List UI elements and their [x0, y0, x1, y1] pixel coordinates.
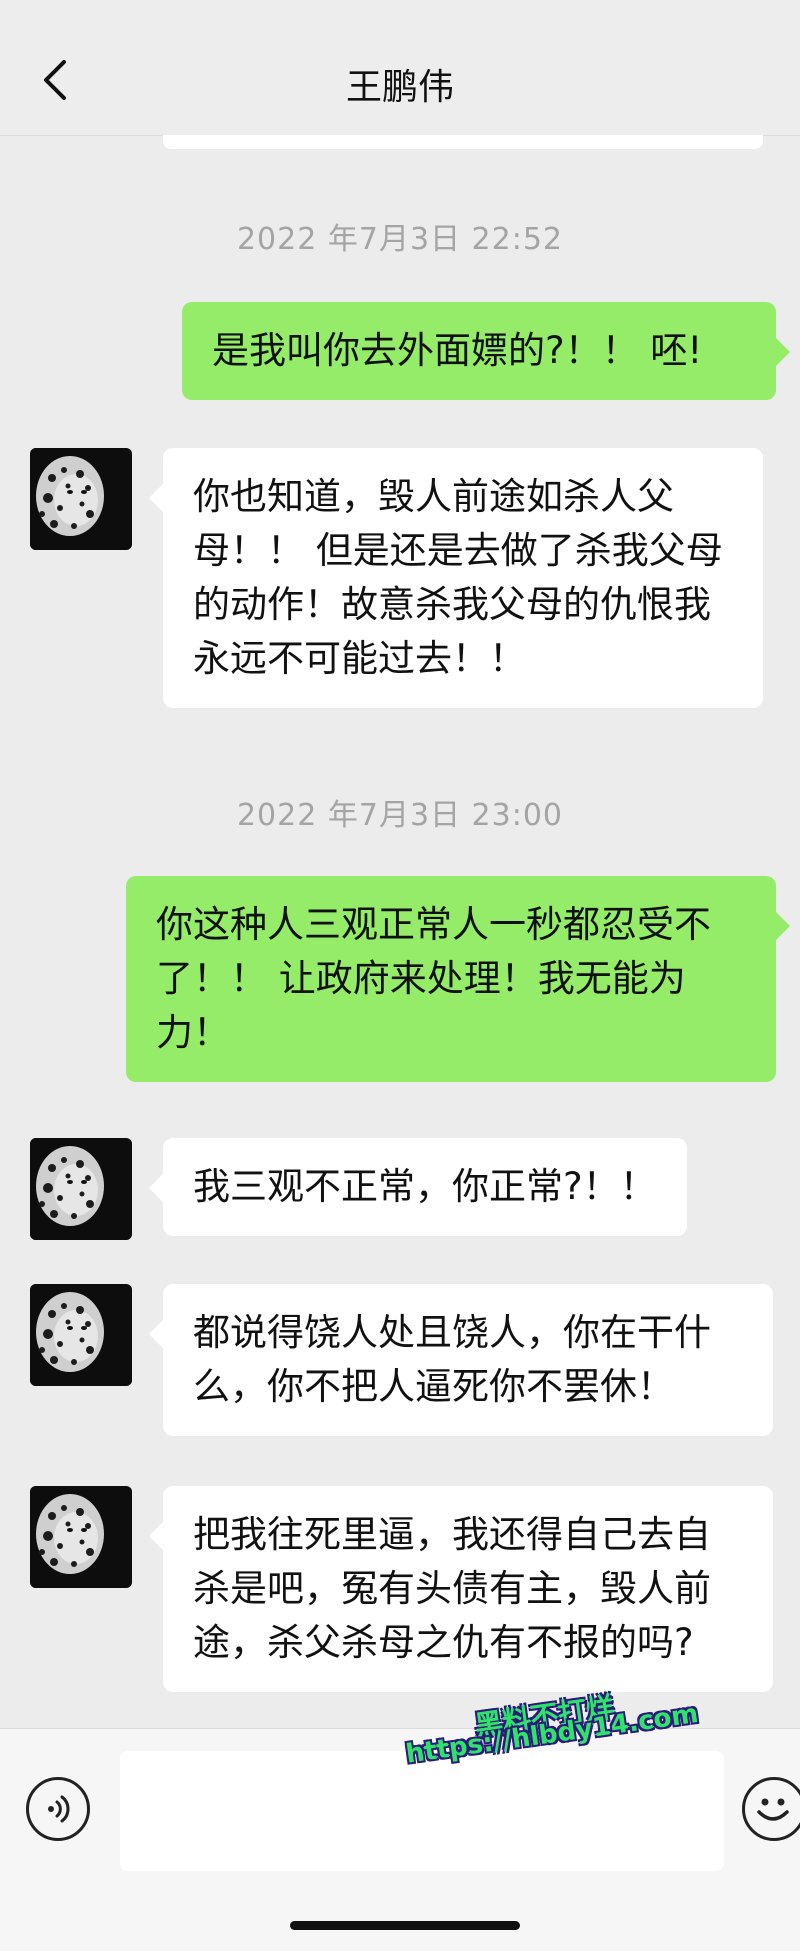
timestamp: 2022 年7月3日 22:52 — [236, 222, 564, 257]
leopard-avatar-image — [30, 1486, 132, 1588]
leopard-avatar-image — [30, 1284, 132, 1386]
input-bar — [0, 1728, 800, 1951]
received-message[interactable]: 我三观不正常，你正常?！！ — [149, 1138, 687, 1236]
avatar[interactable] — [30, 1486, 132, 1588]
previous-message-stub — [163, 135, 763, 149]
message-text: 是我叫你去外面嫖的?！！ 呸! — [212, 329, 703, 372]
received-message[interactable]: 你也知道，毁人前途如杀人父母！！ 但是还是去做了杀我父母的动作！故意杀我父母的仇… — [149, 448, 763, 708]
message-text: 你这种人三观正常人一秒都忍受不了！！ 让政府来处理！我无能为力！ — [156, 903, 711, 1054]
timestamp: 2022 年7月3日 23:00 — [236, 798, 564, 833]
sent-message[interactable]: 你这种人三观正常人一秒都忍受不了！！ 让政府来处理！我无能为力！ — [126, 876, 790, 1082]
message-text: 把我往死里逼，我还得自己去自杀是吧，冤有头债有主，毁人前途，杀父杀母之仇有不报的… — [193, 1513, 711, 1664]
home-indicator — [290, 1921, 520, 1930]
avatar[interactable] — [30, 448, 132, 550]
received-message[interactable]: 都说得饶人处且饶人，你在干什么，你不把人逼死你不罢休！ — [149, 1284, 773, 1436]
message-text: 你也知道，毁人前途如杀人父母！！ 但是还是去做了杀我父母的动作！故意杀我父母的仇… — [193, 475, 723, 680]
top-bar: 王鹏伟 — [0, 0, 800, 136]
received-message[interactable]: 把我往死里逼，我还得自己去自杀是吧，冤有头债有主，毁人前途，杀父杀母之仇有不报的… — [149, 1486, 773, 1692]
sent-message[interactable]: 是我叫你去外面嫖的?！！ 呸! — [182, 302, 790, 400]
leopard-avatar-image — [30, 1138, 132, 1240]
avatar[interactable] — [30, 1284, 132, 1386]
chat-title: 王鹏伟 — [345, 67, 454, 108]
message-input[interactable] — [120, 1751, 724, 1871]
message-text: 都说得饶人处且饶人，你在干什么，你不把人逼死你不罢休！ — [193, 1311, 711, 1408]
leopard-avatar-image — [30, 448, 132, 550]
emoji-button[interactable] — [742, 1777, 800, 1841]
avatar[interactable] — [30, 1138, 132, 1240]
voice-icon — [48, 1795, 70, 1823]
emoji-icon — [757, 1798, 789, 1821]
message-text: 我三观不正常，你正常?！！ — [193, 1165, 657, 1208]
voice-button[interactable] — [26, 1777, 90, 1841]
